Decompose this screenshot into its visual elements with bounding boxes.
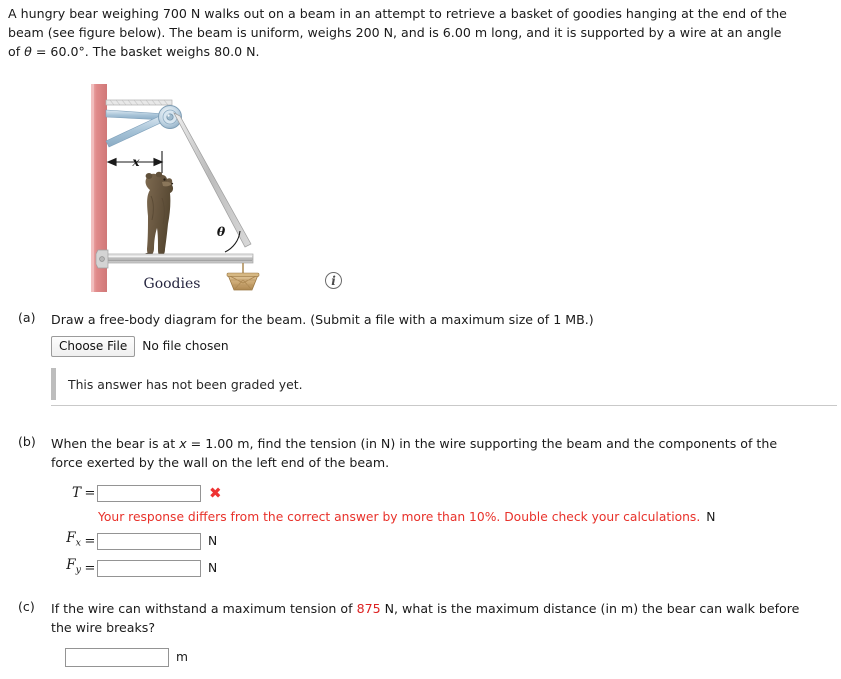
answer-row-fy: Fy = N — [51, 556, 833, 580]
max-distance-unit: m — [176, 650, 188, 664]
fx-unit: N — [208, 533, 218, 548]
fx-symbol: Fx — [51, 529, 83, 553]
part-c-label: (c) — [18, 599, 35, 614]
fx-input[interactable] — [97, 532, 201, 550]
fx-symbol-sub: x — [75, 537, 81, 549]
part-a-label: (a) — [18, 310, 36, 325]
part-b-answers: T = ✖ Your response differs from the cor… — [51, 481, 833, 580]
tension-symbol: T — [71, 484, 81, 501]
part-a-question: Draw a free-body diagram for the beam. (… — [51, 312, 594, 327]
file-upload-row: Choose File No file chosen — [51, 336, 833, 357]
error-message-row: Your response differs from the correct a… — [98, 508, 833, 527]
no-file-chosen-text: No file chosen — [142, 339, 229, 353]
part-b-label: (b) — [18, 434, 36, 449]
part-a: (a) Draw a free-body diagram for the bea… — [18, 310, 833, 357]
beam — [106, 253, 254, 264]
fy-symbol: Fy — [51, 556, 83, 580]
problem-line-2: beam (see figure below). The beam is uni… — [8, 25, 782, 40]
part-c-q-suffix: N, what is the maximum distance (in m) t… — [380, 601, 800, 616]
answer-row-tension: T = ✖ — [51, 481, 833, 505]
max-distance-input[interactable] — [65, 648, 169, 667]
bear — [144, 171, 174, 259]
part-c-question-line2: the wire breaks? — [51, 620, 156, 635]
fy-symbol-base: F — [66, 557, 76, 574]
part-c: (c) If the wire can withstand a maximum … — [18, 599, 833, 667]
theta-label: θ — [217, 224, 226, 239]
theta-arc — [224, 230, 241, 253]
part-c-q-prefix: If the wire can withstand a maximum tens… — [51, 601, 357, 616]
basket — [226, 272, 260, 291]
fy-symbol-sub: y — [75, 564, 81, 576]
hinge-bracket — [95, 249, 109, 269]
problem-line-3-prefix: of — [8, 44, 25, 59]
problem-line-3: of θ = 60.0°. The basket weighs 80.0 N. — [8, 42, 830, 61]
goodies-label: Goodies — [144, 276, 201, 292]
strut-lower — [105, 113, 168, 148]
max-tension-value: 875 — [356, 601, 381, 616]
equals-sign-fy: = — [84, 560, 96, 576]
problem-line-3-suffix: = 60.0°. The basket weighs 80.0 N. — [31, 44, 260, 59]
part-b-question-line2: force exerted by the wall on the left en… — [51, 455, 390, 470]
part-b-q-prefix: When the bear is at — [51, 436, 180, 451]
graded-notice: This answer has not been graded yet. — [51, 368, 831, 400]
part-b-q-suffix: = 1.00 m, find the tension (in N) in the… — [186, 436, 778, 451]
part-c-answer-row: m — [65, 648, 833, 667]
answer-row-fx: Fx = N — [51, 529, 833, 553]
part-c-question-line1: If the wire can withstand a maximum tens… — [51, 599, 833, 618]
graded-notice-text: This answer has not been graded yet. — [68, 376, 303, 392]
problem-line-1: A hungry bear weighing 700 N walks out o… — [8, 6, 787, 21]
equals-sign-fx: = — [84, 533, 96, 549]
fy-unit: N — [208, 560, 218, 575]
info-icon[interactable]: i — [325, 272, 342, 289]
choose-file-button[interactable]: Choose File — [51, 336, 136, 357]
fx-symbol-base: F — [66, 530, 76, 547]
fy-input[interactable] — [97, 559, 201, 577]
part-b-question-line1: When the bear is at x = 1.00 m, find the… — [51, 434, 833, 453]
x-dimension-label: x — [131, 155, 140, 169]
upper-cable — [105, 99, 173, 106]
part-b-x-symbol: x — [179, 436, 187, 451]
error-message-text: Your response differs from the correct a… — [98, 510, 701, 524]
tension-input[interactable] — [97, 484, 201, 502]
tension-unit: N — [706, 510, 716, 524]
physics-figure: x θ Goodies — [88, 84, 278, 296]
equals-sign: = — [84, 485, 96, 501]
support-wire — [173, 112, 252, 248]
part-b: (b) When the bear is at x = 1.00 m, find… — [18, 434, 833, 583]
theta-symbol: θ — [24, 44, 32, 59]
section-divider — [51, 405, 837, 406]
incorrect-x-icon: ✖ — [209, 483, 222, 502]
problem-statement: A hungry bear weighing 700 N walks out o… — [8, 4, 830, 61]
